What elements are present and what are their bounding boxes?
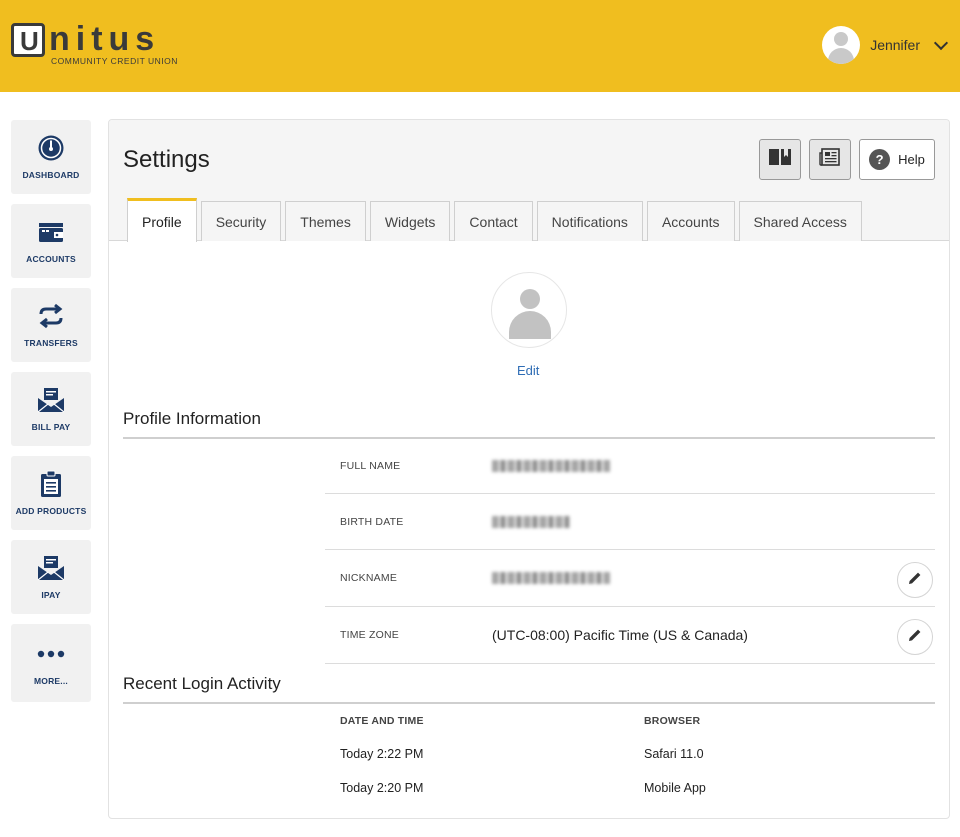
field-time-zone: TIME ZONE (UTC-08:00) Pacific Time (US &… — [325, 607, 935, 664]
logo-subtitle: COMMUNITY CREDIT UNION — [51, 56, 178, 66]
tab-notifications[interactable]: Notifications — [536, 201, 643, 241]
column-header-browser: BROWSER — [644, 715, 701, 727]
nav-label: MORE... — [34, 676, 68, 686]
field-label: TIME ZONE — [340, 629, 399, 641]
settings-panel: Settings ? Help Profile Security Themes … — [108, 119, 950, 819]
brand-logo[interactable]: U nitus COMMUNITY CREDIT UNION — [11, 20, 181, 68]
wallet-icon — [37, 218, 65, 246]
nav-label: ADD PRODUCTS — [15, 506, 87, 516]
help-button[interactable]: ? Help — [859, 139, 935, 180]
edit-time-zone-button[interactable] — [897, 619, 933, 655]
nav-label: IPAY — [41, 590, 61, 600]
envelope-icon — [37, 386, 65, 414]
nav-more[interactable]: MORE... — [11, 624, 91, 702]
logo-wordmark: nitus — [49, 20, 161, 58]
login-date: Today 2:22 PM — [340, 747, 424, 761]
newspaper-icon — [819, 147, 841, 172]
pencil-icon — [908, 628, 922, 647]
login-date: Today 2:20 PM — [340, 781, 424, 795]
divider — [123, 702, 935, 704]
nav-add-products[interactable]: ADD PRODUCTS — [11, 456, 91, 530]
user-menu[interactable]: Jennifer — [822, 25, 950, 65]
field-label: BIRTH DATE — [340, 516, 404, 528]
tab-profile[interactable]: Profile — [127, 198, 197, 242]
redacted-value — [492, 460, 610, 472]
more-dots-icon — [37, 640, 65, 668]
pencil-icon — [908, 571, 922, 590]
field-nickname: NICKNAME — [325, 550, 935, 607]
edit-photo-link[interactable]: Edit — [517, 363, 539, 378]
chevron-down-icon[interactable] — [933, 35, 949, 50]
book-icon — [768, 147, 792, 172]
redacted-value — [492, 516, 570, 528]
user-avatar-icon[interactable] — [822, 26, 861, 64]
nav-bill-pay[interactable]: BILL PAY — [11, 372, 91, 446]
column-header-date: DATE AND TIME — [340, 715, 424, 727]
settings-tabs: Profile Security Themes Widgets Contact … — [127, 198, 862, 242]
nav-label: BILL PAY — [31, 422, 71, 432]
user-name[interactable]: Jennifer — [870, 37, 920, 53]
envelope-icon — [37, 554, 65, 582]
profile-info-heading: Profile Information — [123, 409, 261, 428]
nav-label: ACCOUNTS — [26, 254, 76, 264]
field-birth-date: BIRTH DATE — [325, 494, 935, 550]
field-value: (UTC-08:00) Pacific Time (US & Canada) — [492, 627, 748, 643]
nav-label: DASHBOARD — [22, 170, 80, 180]
top-bar: U nitus COMMUNITY CREDIT UNION Jennifer — [0, 0, 960, 92]
profile-photo — [491, 272, 567, 348]
nav-ipay[interactable]: IPAY — [11, 540, 91, 614]
login-browser: Mobile App — [644, 781, 706, 795]
transfer-arrows-icon — [37, 302, 65, 330]
news-button[interactable] — [809, 139, 851, 180]
edit-nickname-button[interactable] — [897, 562, 933, 598]
help-label: Help — [898, 152, 925, 167]
tab-themes[interactable]: Themes — [285, 201, 366, 241]
tab-contact[interactable]: Contact — [454, 201, 533, 241]
clipboard-icon — [37, 470, 65, 498]
question-icon: ? — [869, 149, 891, 170]
page-title: Settings — [123, 146, 210, 173]
tab-widgets[interactable]: Widgets — [369, 201, 451, 241]
nav-accounts[interactable]: ACCOUNTS — [11, 204, 91, 278]
tab-shared-access[interactable]: Shared Access — [738, 201, 862, 241]
tab-security[interactable]: Security — [200, 201, 282, 241]
panel-header: Settings ? Help Profile Security Themes … — [109, 120, 949, 242]
nav-label: TRANSFERS — [24, 338, 78, 348]
guide-button[interactable] — [759, 139, 801, 180]
nav-dashboard[interactable]: DASHBOARD — [11, 120, 91, 194]
logo-mark: U — [11, 23, 45, 57]
tab-accounts[interactable]: Accounts — [646, 201, 735, 241]
nav-transfers[interactable]: TRANSFERS — [11, 288, 91, 362]
login-browser: Safari 11.0 — [644, 747, 704, 761]
field-full-name: FULL NAME — [325, 438, 935, 494]
field-label: NICKNAME — [340, 572, 398, 584]
field-label: FULL NAME — [340, 460, 401, 472]
redacted-value — [492, 572, 610, 584]
login-activity-heading: Recent Login Activity — [123, 674, 281, 693]
gauge-icon — [37, 134, 65, 162]
